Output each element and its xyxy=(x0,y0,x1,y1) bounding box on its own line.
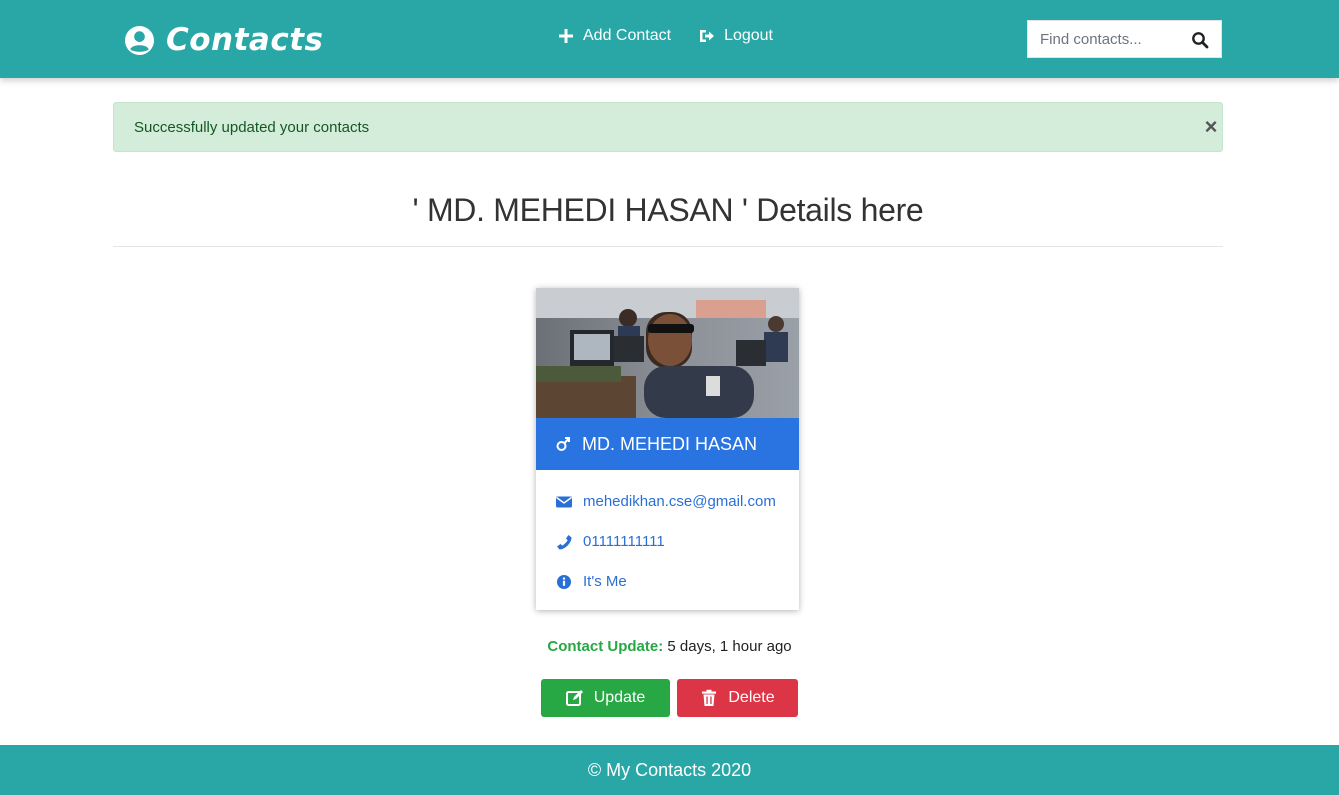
divider xyxy=(113,246,1223,247)
envelope-icon xyxy=(556,496,572,507)
user-circle-icon xyxy=(124,25,155,55)
last-updated-value: 5 days, 1 hour ago xyxy=(667,638,792,655)
logout-link[interactable]: Logout xyxy=(699,27,773,45)
alert-message: Successfully updated your contacts xyxy=(134,119,370,136)
footer: © My Contacts 2020 xyxy=(0,745,1339,795)
page-title: ' MD. MEHEDI HASAN ' Details here xyxy=(412,192,924,228)
brand-title: Contacts xyxy=(166,22,324,58)
info-circle-icon xyxy=(557,574,571,589)
update-button[interactable]: Update xyxy=(541,679,670,717)
close-icon[interactable]: × xyxy=(1202,116,1220,138)
nav-links: Add Contact Logout xyxy=(558,27,801,45)
contact-name-bar: MD. MEHEDI HASAN xyxy=(536,418,799,470)
last-updated: Contact Update: 5 days, 1 hour ago xyxy=(0,638,1339,655)
add-contact-label: Add Contact xyxy=(583,27,672,44)
search-input[interactable] xyxy=(1028,21,1178,57)
navbar: Contacts Add Contact Logout xyxy=(0,0,1339,78)
male-icon xyxy=(556,437,570,451)
contact-note: It's Me xyxy=(583,573,627,590)
contact-photo xyxy=(536,288,799,418)
contact-card: MD. MEHEDI HASAN mehedikhan.cse@gmail.co… xyxy=(536,288,799,610)
footer-text: © My Contacts 2020 xyxy=(587,759,752,780)
contact-phone-row[interactable]: 01111111111 xyxy=(556,533,665,550)
delete-button[interactable]: Delete xyxy=(677,679,798,717)
contact-phone: 01111111111 xyxy=(583,533,665,550)
update-button-label: Update xyxy=(593,689,646,706)
trash-icon xyxy=(702,689,717,706)
last-updated-label: Contact Update: xyxy=(547,638,664,655)
success-alert: Successfully updated your contacts × xyxy=(113,102,1223,152)
logout-label: Logout xyxy=(724,27,773,44)
contact-email: mehedikhan.cse@gmail.com xyxy=(583,493,776,510)
contact-email-row[interactable]: mehedikhan.cse@gmail.com xyxy=(556,493,776,510)
plus-icon xyxy=(559,29,573,43)
edit-icon xyxy=(565,690,583,706)
phone-icon xyxy=(557,534,572,549)
contact-name: MD. MEHEDI HASAN xyxy=(582,433,758,454)
brand-link[interactable]: Contacts xyxy=(124,20,324,60)
search-box xyxy=(1027,20,1222,58)
sign-out-icon xyxy=(700,30,715,42)
add-contact-link[interactable]: Add Contact xyxy=(558,27,671,45)
delete-button-label: Delete xyxy=(728,689,775,706)
search-icon[interactable] xyxy=(1191,31,1209,49)
contact-note-row[interactable]: It's Me xyxy=(556,573,627,590)
